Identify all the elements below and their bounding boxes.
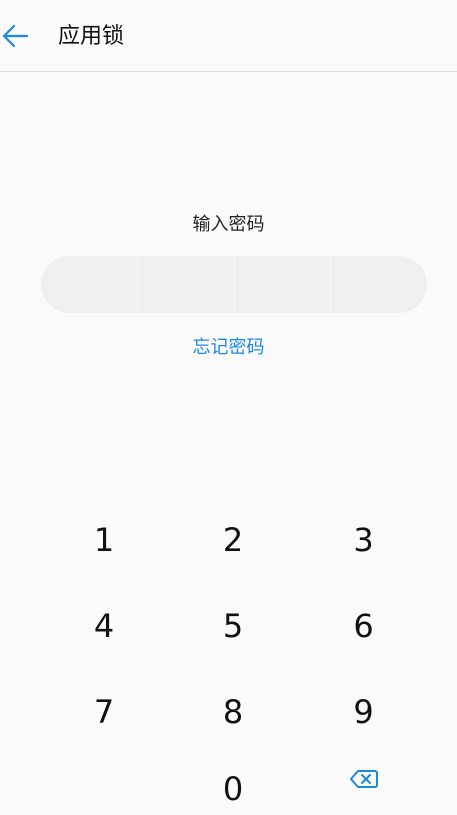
key-8[interactable]: 8: [168, 669, 298, 755]
numeric-keypad: 1 2 3 4 5 6 7 8 9 0: [40, 497, 429, 815]
pin-slot: [41, 256, 137, 313]
app-lock-screen: 应用锁 输入密码 忘记密码 1 2 3 4 5 6 7 8 9 0: [0, 0, 457, 815]
key-4[interactable]: 4: [40, 583, 168, 669]
pin-slot: [233, 256, 331, 313]
pin-prompt: 输入密码: [192, 214, 265, 235]
app-bar: 应用锁: [0, 0, 457, 72]
backspace-button[interactable]: [298, 755, 429, 815]
arrow-left-icon: [2, 24, 29, 48]
key-1[interactable]: 1: [40, 497, 168, 583]
key-7[interactable]: 7: [40, 669, 168, 755]
key-2[interactable]: 2: [168, 497, 298, 583]
backspace-icon: [349, 770, 378, 788]
pin-slot: [330, 256, 427, 313]
key-6[interactable]: 6: [298, 583, 429, 669]
back-button[interactable]: [0, 18, 36, 54]
key-3[interactable]: 3: [298, 497, 429, 583]
forgot-password-link[interactable]: 忘记密码: [0, 336, 457, 360]
key-0[interactable]: 0: [168, 755, 298, 815]
key-5[interactable]: 5: [168, 583, 298, 669]
pin-input-field: [41, 256, 427, 313]
pin-slot: [136, 256, 234, 313]
key-empty: [40, 755, 168, 815]
key-9[interactable]: 9: [298, 669, 429, 755]
page-title: 应用锁: [58, 24, 125, 49]
